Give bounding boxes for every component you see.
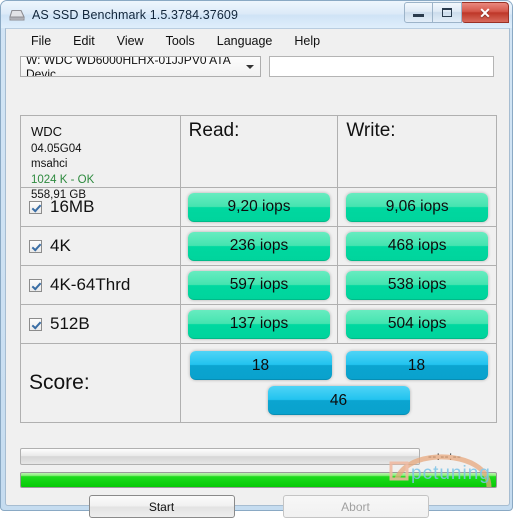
row-label-512b: 512B	[50, 314, 90, 333]
write-value-16mb: 9,06 iops	[346, 192, 489, 222]
write-cell-4k-64thrd: 538 iops	[338, 266, 496, 304]
checkbox-16mb[interactable]	[29, 200, 42, 214]
row-label-cell-4k: 4K	[21, 227, 181, 265]
title-bar[interactable]: AS SSD Benchmark 1.5.3784.37609 ✕	[1, 1, 512, 28]
table-row: 512B 137 iops 504 iops	[21, 305, 496, 344]
close-icon: ✕	[479, 4, 491, 21]
minimize-icon	[413, 14, 424, 17]
menu-item-tools[interactable]: Tools	[155, 31, 206, 51]
drive-firmware: 04.05G04	[31, 143, 82, 156]
menu-item-edit[interactable]: Edit	[62, 31, 106, 51]
menu-item-help[interactable]: Help	[283, 31, 331, 51]
read-cell-16mb: 9,20 iops	[181, 188, 339, 226]
score-values: 18 18 46	[181, 344, 496, 422]
read-cell-512b: 137 iops	[181, 305, 339, 343]
info-text-input[interactable]	[269, 56, 494, 77]
start-button[interactable]: Start	[88, 495, 235, 518]
menu-item-file[interactable]: File	[20, 31, 62, 51]
write-column-header: Write:	[346, 120, 396, 141]
application-window: AS SSD Benchmark 1.5.3784.37609 ✕ File E…	[0, 0, 513, 518]
menu-item-language[interactable]: Language	[206, 31, 284, 51]
action-buttons: Start Abort	[6, 495, 511, 518]
abort-button: Abort	[282, 495, 429, 518]
score-label: Score:	[29, 371, 90, 394]
close-button[interactable]: ✕	[462, 2, 509, 23]
write-cell-16mb: 9,06 iops	[338, 188, 496, 226]
checkbox-512b[interactable]	[29, 317, 42, 331]
table-row: 4K-64Thrd 597 iops 538 iops	[21, 266, 496, 305]
hdd-icon	[8, 7, 26, 23]
score-total-value: 46	[267, 386, 410, 415]
drive-info-cell: WDC 04.05G04 msahci 1024 K - OK 558,91 G…	[21, 116, 181, 201]
window-controls: ✕	[404, 2, 509, 23]
progress-row: --:--:--	[20, 448, 497, 465]
progress-bar-complete	[20, 472, 497, 488]
drive-select-dropdown[interactable]: W: WDC WD6000HLHX-01JJPV0 ATA Devic	[20, 56, 261, 77]
menu-item-view[interactable]: View	[106, 31, 155, 51]
drive-select-value: W: WDC WD6000HLHX-01JJPV0 ATA Devic	[26, 56, 231, 77]
read-value-16mb: 9,20 iops	[188, 192, 330, 222]
client-area: File Edit View Tools Language Help W: WD…	[5, 28, 510, 518]
menu-bar: File Edit View Tools Language Help	[6, 29, 509, 53]
progress-bar-idle	[20, 448, 420, 465]
table-row: 16MB 9,20 iops 9,06 iops	[21, 188, 496, 227]
checkbox-4k-64thrd[interactable]	[29, 278, 42, 292]
read-value-4k-64thrd: 597 iops	[188, 270, 330, 300]
read-column-header: Read:	[181, 116, 339, 187]
row-label-cell-512b: 512B	[21, 305, 181, 343]
row-label-4k-64thrd: 4K-64Thrd	[50, 275, 131, 294]
elapsed-time: --:--:--	[428, 450, 462, 463]
table-row: 4K 236 iops 468 iops	[21, 227, 496, 266]
write-cell-512b: 504 iops	[338, 305, 496, 343]
window-title: AS SSD Benchmark 1.5.3784.37609	[32, 7, 239, 22]
score-label-cell: Score:	[21, 344, 181, 422]
read-value-512b: 137 iops	[188, 309, 330, 339]
score-total-wrap: 46	[181, 386, 496, 415]
maximize-icon	[442, 8, 452, 17]
write-value-4k: 468 iops	[346, 231, 489, 261]
score-read-write: 18 18	[189, 351, 488, 380]
score-row: Score: 18 18 46	[21, 344, 496, 422]
write-value-512b: 504 iops	[346, 309, 489, 339]
row-label-cell-16mb: 16MB	[21, 188, 181, 226]
drive-driver: msahci	[31, 158, 68, 171]
row-label-16mb: 16MB	[50, 197, 95, 216]
row-label-4k: 4K	[50, 236, 71, 255]
score-write-value: 18	[345, 351, 488, 380]
results-table: WDC 04.05G04 msahci 1024 K - OK 558,91 G…	[20, 115, 497, 423]
maximize-button[interactable]	[433, 2, 462, 23]
read-cell-4k-64thrd: 597 iops	[181, 266, 339, 304]
write-cell-4k: 468 iops	[338, 227, 496, 265]
row-label-cell-4k64thrd: 4K-64Thrd	[21, 266, 181, 304]
drive-model: WDC	[31, 124, 63, 139]
score-read-value: 18	[189, 351, 332, 380]
write-value-4k-64thrd: 538 iops	[346, 270, 489, 300]
table-header-row: WDC 04.05G04 msahci 1024 K - OK 558,91 G…	[21, 116, 496, 201]
drive-selector-row: W: WDC WD6000HLHX-01JJPV0 ATA Devic	[20, 56, 509, 77]
chevron-down-icon	[246, 64, 254, 69]
read-value-4k: 236 iops	[188, 231, 330, 261]
read-cell-4k: 236 iops	[181, 227, 339, 265]
minimize-button[interactable]	[404, 2, 433, 23]
checkbox-4k[interactable]	[29, 239, 42, 253]
drive-alignment-status: 1024 K - OK	[31, 173, 95, 186]
